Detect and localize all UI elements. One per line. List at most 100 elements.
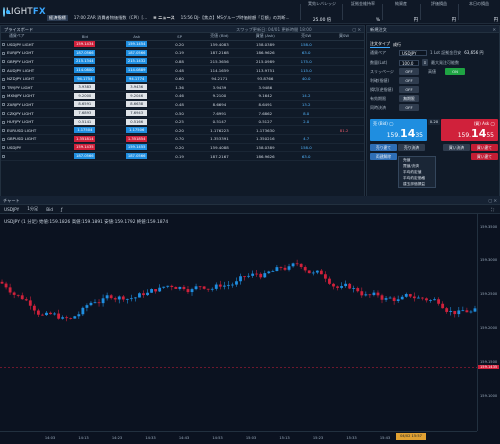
ask-cell[interactable]: 159.1455 — [110, 143, 163, 153]
ask-cell[interactable]: 187.0566 — [110, 151, 163, 161]
ask-button[interactable]: (買) Ask ◯ 159.1455 — [441, 119, 498, 141]
settle-toggle[interactable]: OFF — [399, 104, 419, 111]
candlestick-chart[interactable] — [0, 214, 477, 431]
checkbox[interactable] — [2, 155, 5, 159]
bid-cell[interactable]: 9.2000 — [58, 91, 111, 101]
table-row[interactable]: ZARJPY LIGHT 8.6591 8.6638 0.48 8.6694 8.6491… — [1, 100, 364, 110]
bid-cell[interactable]: 1.17504 — [58, 125, 111, 136]
table-row[interactable]: HUFJPY LIGHT 0.5141 0.5166 0.25 0.5147 0.5127… — [1, 117, 364, 127]
ask-cell[interactable]: 1.351854 — [110, 134, 163, 144]
panel-controls-icon[interactable]: ▢ ✕ — [352, 26, 361, 33]
checkbox[interactable] — [2, 51, 5, 55]
qty-stepper[interactable]: ⇕ — [422, 59, 428, 66]
bid-cell[interactable]: 215.1344 — [58, 57, 111, 67]
bid-cell[interactable]: 187.0566 — [58, 151, 111, 161]
table-row[interactable]: MXNJPY LIGHT 9.2000 9.2046 0.46 9.2100 9.1642… — [1, 91, 364, 101]
pair-cell[interactable]: EURUSD LIGHT — [1, 125, 59, 136]
menu-item[interactable]: 建玉評価損益 — [399, 181, 435, 187]
ask-cell[interactable]: 8.6638 — [110, 100, 163, 110]
checkbox[interactable] — [2, 86, 5, 90]
pair-cell[interactable] — [1, 151, 59, 161]
bid-cell[interactable]: 159.1434 — [58, 40, 111, 50]
bid-cell[interactable]: 7.6893 — [58, 108, 111, 118]
indicator-icon[interactable]: ƒ — [61, 207, 62, 212]
ticker-item[interactable]: 17:00 ZAR 消費者物価指数（CPI）[... — [74, 15, 147, 21]
table-row[interactable]: USDJPY LIGHT 159.1434 159.1454 0.20 159.4083… — [1, 40, 364, 50]
quantity-input[interactable]: 100.0 — [399, 59, 419, 66]
sell-close-button[interactable]: 売り決済 — [398, 144, 425, 151]
checkbox[interactable] — [2, 94, 5, 98]
panel-controls-icon[interactable]: ▢ ✕ — [488, 196, 497, 205]
order-type-tab[interactable]: 成行 — [393, 42, 401, 48]
panel-controls-icon[interactable]: ✕ — [492, 26, 496, 33]
pair-select[interactable]: USDJPY — [399, 50, 427, 56]
table-row[interactable]: GBPJPY LIGHT 215.1344 215.1432 0.88 215.3656… — [1, 57, 364, 67]
pair-cell[interactable]: GBPUSD LIGHT — [1, 134, 59, 144]
table-row[interactable]: CZKJPY LIGHT 7.6893 7.6943 0.50 7.6991 7.6862… — [1, 108, 364, 118]
checkbox[interactable] — [2, 129, 5, 133]
ask-cell[interactable]: 3.9436 — [110, 82, 163, 93]
checkbox[interactable] — [2, 60, 5, 64]
on-toggle[interactable]: ON — [445, 68, 465, 75]
limit-toggle[interactable]: OFF — [399, 77, 419, 84]
ask-cell[interactable]: 159.1454 — [110, 40, 163, 50]
pair-cell[interactable]: CZKJPY LIGHT — [1, 108, 59, 118]
price-axis[interactable]: 159.3500 159.3000 159.2500 159.2000 159.1500… — [477, 214, 500, 431]
sell-open-button[interactable]: 売り建て — [370, 144, 397, 151]
chart-mode-select[interactable]: Bid — [46, 207, 53, 212]
table-row[interactable]: USDJPY 159.1435 159.1455 0.20 159.4088 158.03… — [1, 143, 364, 153]
fullscreen-icon[interactable]: ⛶ — [491, 207, 494, 212]
checkbox[interactable] — [2, 103, 5, 107]
checkbox[interactable] — [2, 137, 5, 141]
ask-cell[interactable]: 1.17506 — [110, 125, 163, 136]
checkbox[interactable] — [2, 77, 5, 81]
pair-cell[interactable]: NZDJPY LIGHT — [1, 74, 59, 84]
ask-cell[interactable]: 94.1774 — [110, 74, 163, 84]
stop-toggle[interactable]: OFF — [399, 86, 419, 93]
ask-cell[interactable]: 9.2046 — [110, 91, 163, 101]
buy-open-button-2[interactable]: 買い建て — [471, 153, 498, 160]
table-row[interactable]: EURJPY LIGHT 187.0566 187.0566 0.19 187.2168… — [1, 48, 364, 58]
ask-cell[interactable]: 114.0889 — [110, 65, 163, 75]
ask-cell[interactable]: 215.1432 — [110, 57, 163, 67]
pair-cell[interactable]: ZARJPY LIGHT — [1, 100, 59, 110]
expiry-select[interactable]: 無期限 — [399, 95, 419, 102]
pair-cell[interactable]: HUFJPY LIGHT — [1, 117, 59, 127]
checkbox[interactable] — [2, 43, 5, 47]
bid-cell[interactable]: 94.1754 — [58, 74, 111, 84]
pair-cell[interactable]: USDJPY — [1, 143, 59, 153]
checkbox[interactable] — [2, 69, 5, 73]
hedge-release-button[interactable]: 両建解除 — [370, 153, 397, 160]
chart-timeframe-select[interactable]: 1分足 — [27, 206, 38, 212]
table-row[interactable]: 187.0566 187.0566 0.19 187.2167 186.9626 63.0 — [1, 151, 364, 161]
buy-close-button[interactable]: 買い決済 — [443, 144, 470, 151]
slippage-toggle[interactable]: OFF — [399, 68, 419, 75]
bid-cell[interactable]: 187.0566 — [58, 48, 111, 58]
ticker-item[interactable]: 15:56 DJ-【焦点】MSグループ時価総額「巨額」の判断... — [181, 15, 290, 21]
news-label[interactable]: ≡ ニュース — [153, 15, 175, 21]
bid-cell[interactable]: 159.1435 — [58, 143, 111, 153]
table-row[interactable]: EURUSD LIGHT 1.17504 1.17506 0.20 1.176223 1.… — [1, 125, 364, 136]
pair-cell[interactable]: TRYJPY LIGHT — [1, 82, 59, 93]
pair-cell[interactable]: GBPJPY LIGHT — [1, 57, 59, 67]
bid-cell[interactable]: 114.0800 — [58, 65, 111, 75]
bid-cell[interactable]: 0.5141 — [58, 117, 111, 127]
chart-pair-select[interactable]: USDJPY — [4, 207, 19, 212]
bid-cell[interactable]: 8.6591 — [58, 100, 111, 110]
pair-cell[interactable]: MXNJPY LIGHT — [1, 91, 59, 101]
table-row[interactable]: AUDJPY LIGHT 114.0800 114.0889 0.48 114.1659… — [1, 65, 364, 75]
pair-cell[interactable]: EURJPY LIGHT — [1, 48, 59, 58]
bid-cell[interactable]: 1.351814 — [58, 134, 111, 144]
table-row[interactable]: NZDJPY LIGHT 94.1754 94.1774 0.60 94.2171 93.… — [1, 74, 364, 84]
checkbox[interactable] — [2, 112, 5, 116]
table-row[interactable]: TRYJPY LIGHT 3.9383 3.9436 1.36 3.9439 3.9486 — [1, 82, 364, 93]
buy-open-button[interactable]: 買い建て — [471, 144, 498, 151]
ask-cell[interactable]: 7.6943 — [110, 108, 163, 118]
ask-cell[interactable]: 0.5166 — [110, 117, 163, 127]
checkbox[interactable] — [2, 146, 5, 150]
ask-cell[interactable]: 187.0566 — [110, 48, 163, 58]
pair-cell[interactable]: USDJPY LIGHT — [1, 40, 59, 50]
pair-cell[interactable]: AUDJPY LIGHT — [1, 65, 59, 75]
bid-cell[interactable]: 3.9383 — [58, 82, 111, 93]
checkbox[interactable] — [2, 120, 5, 124]
